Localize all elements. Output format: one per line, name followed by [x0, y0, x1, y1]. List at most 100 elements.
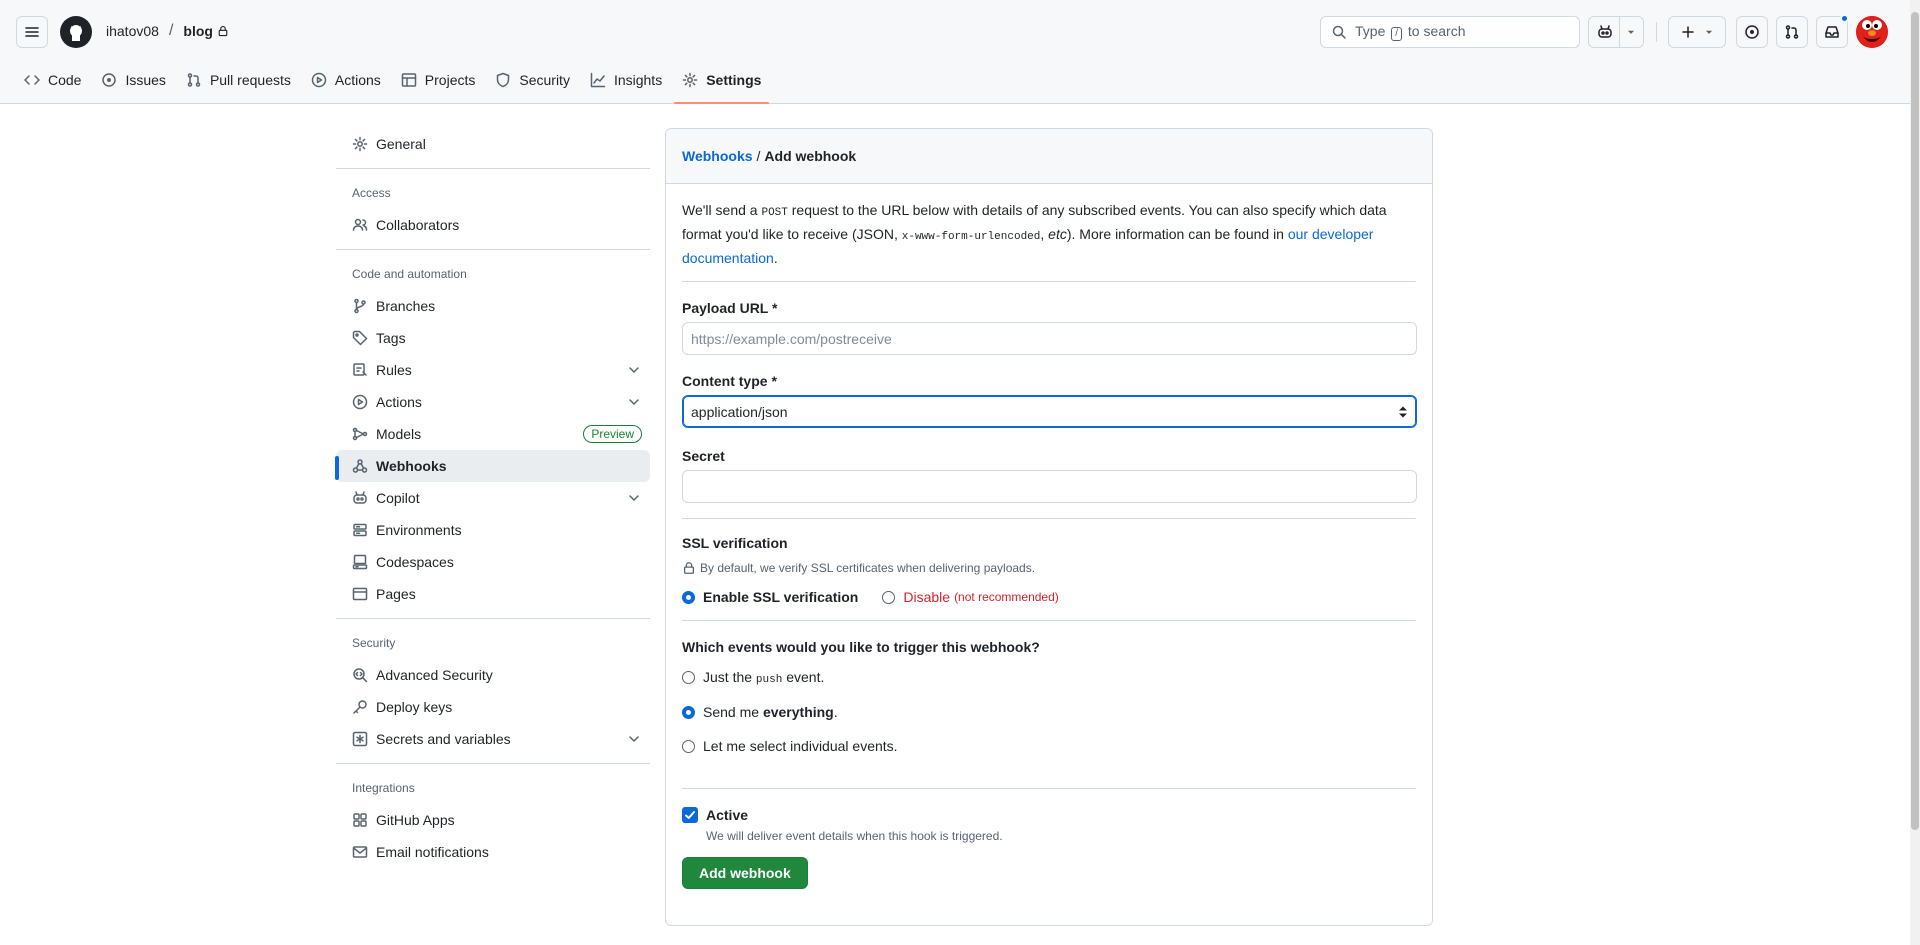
- tab-settings[interactable]: Settings: [674, 64, 770, 104]
- global-header: ihatov08 / blog Type / to search Code Is…: [0, 0, 1910, 104]
- post-code: POST: [761, 207, 788, 219]
- sidebar-item-models[interactable]: Models Preview: [336, 418, 650, 450]
- ssl-enable-radio[interactable]: [682, 590, 695, 604]
- content-type-select[interactable]: application/json: [682, 395, 1417, 428]
- gear-icon: [352, 136, 368, 152]
- tab-actions[interactable]: Actions: [303, 64, 389, 96]
- chevron-down-icon: [1627, 30, 1634, 34]
- tab-security[interactable]: Security: [487, 64, 578, 96]
- active-option[interactable]: Active: [682, 807, 1416, 823]
- add-webhook-button[interactable]: Add webhook: [682, 857, 808, 889]
- issues-button[interactable]: [1736, 16, 1768, 48]
- sidebar-item-environments[interactable]: Environments: [336, 514, 650, 546]
- codespaces-icon: [352, 554, 368, 570]
- notification-indicator: [1840, 14, 1849, 23]
- scrollbar-thumb[interactable]: [1911, 12, 1919, 830]
- github-logo[interactable]: [60, 16, 92, 48]
- sidebar-item-label: Webhooks: [376, 458, 447, 474]
- active-checkbox[interactable]: [682, 807, 698, 823]
- hamburger-icon: [25, 27, 39, 37]
- search-icon: [1332, 25, 1346, 39]
- sidebar-item-codespaces[interactable]: Codespaces: [336, 546, 650, 578]
- active-note: We will deliver event details when this …: [706, 829, 1003, 843]
- menu-button[interactable]: [16, 16, 48, 48]
- owner-link[interactable]: ihatov08: [106, 23, 159, 39]
- page-scrollbar[interactable]: [1910, 0, 1920, 945]
- ssl-disable-radio[interactable]: [882, 590, 896, 604]
- event-select-radio[interactable]: [682, 739, 695, 753]
- repo-link[interactable]: blog: [183, 23, 229, 39]
- tab-issues[interactable]: Issues: [93, 64, 173, 96]
- event-push-text: Just the: [703, 669, 753, 685]
- ssl-enable-label[interactable]: Enable SSL verification: [703, 589, 858, 605]
- webhook-icon: [352, 459, 368, 473]
- models-icon: [352, 427, 368, 441]
- sidebar-item-tags[interactable]: Tags: [336, 322, 650, 354]
- sidebar-item-rules[interactable]: Rules: [336, 354, 650, 386]
- section-divider: [682, 620, 1416, 621]
- sidebar-item-pages[interactable]: Pages: [336, 578, 650, 610]
- create-new-button[interactable]: [1668, 16, 1726, 48]
- event-select-label: Let me select individual events.: [703, 738, 898, 754]
- gear-icon: [682, 72, 698, 88]
- ssl-note-text: By default, we verify SSL certificates w…: [700, 561, 1036, 575]
- chevron-down-icon: [629, 399, 639, 405]
- search-suffix: to search: [1407, 23, 1466, 39]
- sidebar-item-label: Advanced Security: [376, 667, 493, 683]
- plus-icon: [1682, 26, 1694, 38]
- event-everything-text: .: [833, 704, 838, 720]
- tab-code[interactable]: Code: [16, 64, 89, 96]
- event-option-select[interactable]: Let me select individual events.: [682, 738, 1416, 754]
- tab-label: Settings: [706, 72, 762, 88]
- event-everything-radio[interactable]: [682, 705, 695, 719]
- sidebar-item-collaborators[interactable]: Collaborators: [336, 209, 650, 241]
- sidebar-item-deploy-keys[interactable]: Deploy keys: [336, 691, 650, 723]
- event-option-push[interactable]: Just the push event.: [682, 669, 1416, 686]
- table-icon: [401, 73, 417, 87]
- secret-input[interactable]: [682, 470, 1417, 503]
- sidebar-item-branches[interactable]: Branches: [336, 290, 650, 322]
- pull-request-icon: [1785, 25, 1799, 39]
- sidebar-item-label: Branches: [376, 298, 436, 314]
- search-placeholder: Type / to search: [1355, 23, 1466, 41]
- sidebar-item-label: Codespaces: [376, 554, 454, 570]
- copilot-icon: [353, 491, 367, 504]
- sidebar-item-secrets-variables[interactable]: Secrets and variables: [336, 723, 650, 755]
- tab-projects[interactable]: Projects: [393, 64, 484, 96]
- sidebar-item-label: Environments: [376, 522, 462, 538]
- repo-name: blog: [183, 23, 213, 39]
- content-type-label: Content type *: [682, 373, 777, 389]
- event-option-everything[interactable]: Send me everything.: [682, 704, 1416, 720]
- sidebar-item-github-apps[interactable]: GitHub Apps: [336, 804, 650, 836]
- sidebar-heading-code-automation: Code and automation: [352, 267, 467, 281]
- sidebar-item-webhooks[interactable]: Webhooks: [335, 450, 650, 482]
- event-push-radio[interactable]: [682, 671, 695, 684]
- intro-etc: etc: [1048, 226, 1067, 242]
- copilot-button[interactable]: [1588, 16, 1644, 48]
- pull-requests-button[interactable]: [1776, 16, 1808, 48]
- payload-url-label: Payload URL *: [682, 300, 778, 316]
- webhooks-link[interactable]: Webhooks: [682, 148, 753, 164]
- sidebar-item-actions[interactable]: Actions: [336, 386, 650, 418]
- tab-insights[interactable]: Insights: [582, 64, 670, 96]
- payload-url-placeholder: https://example.com/postreceive: [691, 330, 892, 347]
- sidebar-item-email-notifications[interactable]: Email notifications: [336, 836, 650, 868]
- sidebar-divider: [336, 763, 650, 764]
- play-icon: [352, 394, 368, 410]
- sidebar-divider: [336, 168, 650, 169]
- user-avatar[interactable]: [1856, 16, 1888, 48]
- sidebar-item-advanced-security[interactable]: Advanced Security: [336, 659, 650, 691]
- payload-url-input[interactable]: https://example.com/postreceive: [682, 322, 1417, 355]
- settings-sidebar: General Access Collaborators Code and au…: [335, 128, 650, 868]
- search-input[interactable]: Type / to search: [1320, 16, 1580, 48]
- mail-icon: [352, 846, 368, 858]
- octocat-icon: [70, 25, 82, 41]
- push-code: push: [755, 674, 783, 686]
- ssl-disable-label[interactable]: Disable: [903, 589, 950, 605]
- search-shortcut-key: /: [1391, 27, 1403, 41]
- sidebar-item-general[interactable]: General: [336, 128, 650, 160]
- search-prefix: Type: [1355, 23, 1386, 39]
- sidebar-item-label: Pages: [376, 586, 416, 602]
- sidebar-item-copilot[interactable]: Copilot: [336, 482, 650, 514]
- tab-pull-requests[interactable]: Pull requests: [178, 64, 299, 96]
